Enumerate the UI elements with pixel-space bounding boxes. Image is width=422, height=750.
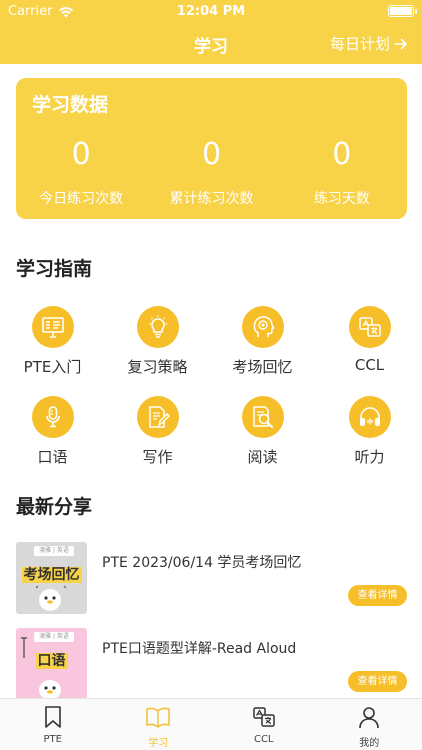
status-time: 12:04 PM [176, 4, 246, 19]
translate-icon [358, 317, 381, 337]
study-data-card: 学习数据 0 今日练习次数 0 累计练习次数 0 练习天数 [16, 78, 407, 219]
guide-item-review-strategy[interactable]: 复习策略 [105, 306, 210, 377]
tab-label: 我的 [359, 738, 380, 749]
guide-label: 写作 [142, 448, 173, 466]
tab-label: 学习 [148, 738, 169, 749]
presentation-icon [41, 317, 64, 338]
stat-today: 0 今日练习次数 [16, 136, 146, 208]
lightbulb-icon [148, 315, 167, 338]
tab-label: PTE [43, 734, 62, 745]
guide-label: 阅读 [247, 448, 278, 466]
document-pen-icon [148, 406, 170, 428]
microphone-icon [45, 406, 60, 428]
stat-label: 今日练习次数 [39, 191, 124, 207]
view-details-button[interactable]: 查看详情 [348, 585, 407, 606]
headphones-icon [359, 407, 380, 426]
tab-bar: PTE 学习 CCL 我的 [0, 698, 422, 750]
guide-label: 听力 [354, 448, 385, 466]
guide-item-listening[interactable]: 听力 [317, 396, 422, 467]
share-thumbnail: 澳雅 | 英语 口语 [16, 628, 87, 700]
guide-label: 口语 [37, 448, 68, 466]
share-title: PTE 2023/06/14 学员考场回忆 [102, 555, 302, 571]
top-header: Carrier 12:04 PM 学习 每日计划 [0, 0, 422, 64]
open-book-icon [146, 707, 171, 728]
document-search-icon [252, 406, 273, 428]
latest-share-title: 最新分享 [16, 496, 93, 518]
guide-item-exam-recall[interactable]: 考场回忆 [210, 306, 315, 377]
guide-item-ccl[interactable]: CCL [317, 306, 422, 374]
nav-bar: 学习 每日计划 [0, 22, 422, 64]
duck-mascot-icon [35, 585, 67, 611]
share-thumbnail: 澳雅 | 英语 考场回忆 [16, 542, 87, 614]
status-bar: Carrier 12:04 PM [0, 0, 422, 22]
study-data-title: 学习数据 [32, 94, 109, 116]
guide-item-pte-intro[interactable]: PTE入门 [0, 306, 105, 377]
person-icon [359, 707, 380, 729]
view-details-button[interactable]: 查看详情 [348, 671, 407, 692]
tab-pte[interactable]: PTE [0, 699, 106, 750]
stat-value: 0 [332, 137, 352, 172]
battery-icon [388, 5, 417, 17]
duck-mascot-icon [21, 637, 61, 700]
tab-label: CCL [253, 734, 274, 745]
stat-value: 0 [71, 137, 91, 172]
arrow-right-icon [394, 38, 407, 49]
guide-label: 考场回忆 [232, 358, 293, 376]
tab-study[interactable]: 学习 [106, 699, 212, 750]
daily-plan-label: 每日计划 [329, 35, 390, 53]
guide-item-reading[interactable]: 阅读 [210, 396, 315, 467]
stat-value: 0 [201, 137, 222, 172]
head-memory-icon [253, 316, 275, 337]
bookmark-icon [44, 706, 61, 728]
stat-label: 累计练习次数 [169, 191, 254, 207]
guide-label: 复习策略 [127, 358, 188, 376]
share-item[interactable]: 澳雅 | 英语 口语 PTE口语题型详解-Read Aloud 查看详情 [16, 628, 407, 700]
guide-item-speaking[interactable]: 口语 [0, 396, 105, 467]
tab-mine[interactable]: 我的 [317, 699, 422, 750]
tab-ccl[interactable]: CCL [211, 699, 317, 750]
stat-days: 0 练习天数 [277, 136, 407, 208]
share-item[interactable]: 澳雅 | 英语 考场回忆 PTE 2023/06/14 学员考场回忆 查看详情 [16, 542, 407, 614]
stat-total: 0 累计练习次数 [146, 136, 276, 208]
guide-item-writing[interactable]: 写作 [105, 396, 210, 467]
guide-label: PTE入门 [23, 358, 82, 376]
share-title: PTE口语题型详解-Read Aloud [102, 641, 297, 657]
translate-icon [253, 707, 275, 727]
guide-label: CCL [354, 356, 385, 374]
daily-plan-button[interactable]: 每日计划 [330, 33, 408, 54]
study-guide-title: 学习指南 [16, 258, 93, 280]
stat-label: 练习天数 [313, 191, 370, 207]
